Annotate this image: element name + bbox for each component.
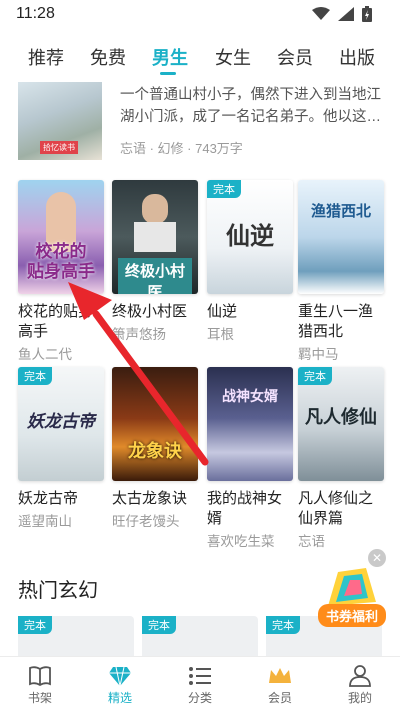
- book-title: 凡人修仙之仙界篇: [298, 490, 374, 527]
- cover-title: 凡人修仙: [305, 407, 377, 427]
- completed-badge: 完本: [18, 616, 52, 634]
- cover-title: 妖龙古帝: [27, 412, 95, 431]
- featured-book-card[interactable]: 拾忆读书 一个普通山村小子，偶然下进入到当地江湖小门派，成了一名记名弟子。他以这…: [18, 82, 382, 162]
- book-author: 遥望南山: [18, 514, 72, 529]
- tab-male[interactable]: 男生: [152, 44, 188, 75]
- nav-vip[interactable]: 会员: [250, 663, 310, 706]
- nav-label: 精选: [107, 691, 132, 705]
- book-title: 校花的贴身高手: [18, 303, 94, 340]
- nav-featured[interactable]: 精选: [90, 663, 150, 706]
- book-title: 仙逆: [207, 303, 238, 320]
- book-card[interactable]: 渔猎西北 重生八一渔猎西北 羁中马: [298, 180, 386, 363]
- list-icon: [189, 667, 211, 685]
- bottom-navigation: 书架 精选 分类 会员 我的: [0, 656, 400, 711]
- featured-book-description: 一个普通山村小子，偶然下进入到当地江湖小门派，成了一名记名弟子。他以这…: [120, 87, 381, 125]
- completed-badge: 完本: [266, 616, 300, 634]
- completed-badge: 完本: [18, 367, 52, 385]
- book-title: 太古龙象诀: [112, 490, 188, 507]
- book-title: 妖龙古帝: [18, 490, 79, 507]
- status-bar: 11:28: [0, 0, 400, 30]
- diamond-icon: [109, 666, 131, 687]
- book-title: 重生八一渔猎西北: [298, 303, 374, 340]
- book-author: 耳根: [207, 327, 234, 342]
- nav-mine[interactable]: 我的: [330, 663, 390, 706]
- promo-label: 书券福利: [318, 604, 386, 627]
- book-author: 羁中马: [298, 347, 339, 362]
- book-card-peek[interactable]: 完本: [142, 616, 258, 660]
- book-title: 终极小村医: [112, 303, 188, 320]
- book-card[interactable]: 校花的 贴身高手 校花的贴身高手 鱼人二代: [18, 180, 106, 363]
- book-cover: 终极小村医: [112, 180, 198, 294]
- book-cover: 战神女婿: [207, 367, 293, 481]
- promo-coupon-button[interactable]: 书券福利: [318, 566, 386, 628]
- book-author: 喜欢吃生菜: [207, 534, 275, 549]
- publisher-badge: 拾忆读书: [40, 141, 78, 154]
- crown-icon: [269, 668, 291, 683]
- cover-title: 校花的 贴身高手: [27, 242, 95, 281]
- featured-book-cover: 拾忆读书: [18, 82, 102, 160]
- nav-label: 我的: [347, 691, 372, 705]
- tab-publish[interactable]: 出版: [339, 44, 375, 70]
- tab-male-label: 男生: [152, 48, 188, 68]
- tab-free[interactable]: 免费: [90, 44, 126, 70]
- promo-close-button[interactable]: ✕: [368, 549, 386, 567]
- book-title: 我的战神女婿: [207, 490, 283, 527]
- cover-title: 仙逆: [226, 221, 274, 250]
- book-author: 忘语: [298, 534, 325, 549]
- book-card[interactable]: 完本 妖龙古帝 妖龙古帝 遥望南山: [18, 367, 106, 530]
- completed-badge: 完本: [142, 616, 176, 634]
- nav-label: 分类: [187, 691, 212, 705]
- book-card-peek[interactable]: 完本: [18, 616, 134, 660]
- tab-recommend[interactable]: 推荐: [28, 44, 64, 70]
- book-card[interactable]: 战神女婿 我的战神女婿 喜欢吃生菜: [207, 367, 295, 550]
- completed-badge: 完本: [207, 180, 241, 198]
- cover-title: 渔猎西北: [310, 203, 371, 220]
- nav-bookshelf[interactable]: 书架: [10, 663, 70, 706]
- nav-category[interactable]: 分类: [170, 663, 230, 706]
- nav-label: 会员: [267, 691, 292, 705]
- completed-badge: 完本: [298, 367, 332, 385]
- book-author: 旺仔老馒头: [112, 514, 180, 529]
- book-icon: [29, 666, 51, 687]
- section-title: 热门玄幻: [18, 580, 98, 602]
- book-author: 箫声悠扬: [112, 327, 166, 342]
- cover-title: 战神女婿: [222, 388, 278, 404]
- book-cover: 完本 凡人修仙: [298, 367, 384, 481]
- book-author: 鱼人二代: [18, 347, 72, 362]
- cover-figure: [142, 194, 168, 224]
- book-cover: 龙象诀: [112, 367, 198, 481]
- book-card[interactable]: 终极小村医 终极小村医 箫声悠扬: [112, 180, 200, 343]
- cover-title: 终极小村医: [118, 258, 192, 294]
- book-cover: 完本 仙逆: [207, 180, 293, 294]
- wifi-icon: [312, 7, 330, 20]
- book-card[interactable]: 龙象诀 太古龙象诀 旺仔老馒头: [112, 367, 200, 530]
- cover-title: 龙象诀: [128, 441, 182, 461]
- tab-vip[interactable]: 会员: [277, 44, 313, 70]
- tab-female[interactable]: 女生: [215, 44, 251, 70]
- book-cover: 完本 妖龙古帝: [18, 367, 104, 481]
- book-cover: 渔猎西北: [298, 180, 384, 294]
- signal-icon: [338, 7, 354, 21]
- person-icon: [349, 665, 371, 687]
- book-card[interactable]: 完本 凡人修仙 凡人修仙之仙界篇 忘语: [298, 367, 386, 550]
- status-time: 11:28: [16, 5, 55, 22]
- battery-icon: [362, 6, 372, 22]
- book-cover: 校花的 贴身高手: [18, 180, 104, 294]
- book-card[interactable]: 完本 仙逆 仙逆 耳根: [207, 180, 295, 343]
- category-tabs: 推荐 免费 男生 女生 会员 出版: [0, 40, 400, 80]
- featured-book-meta: 忘语 · 幻修 · 743万字: [120, 141, 243, 156]
- active-tab-indicator: [160, 72, 176, 75]
- nav-label: 书架: [27, 691, 52, 705]
